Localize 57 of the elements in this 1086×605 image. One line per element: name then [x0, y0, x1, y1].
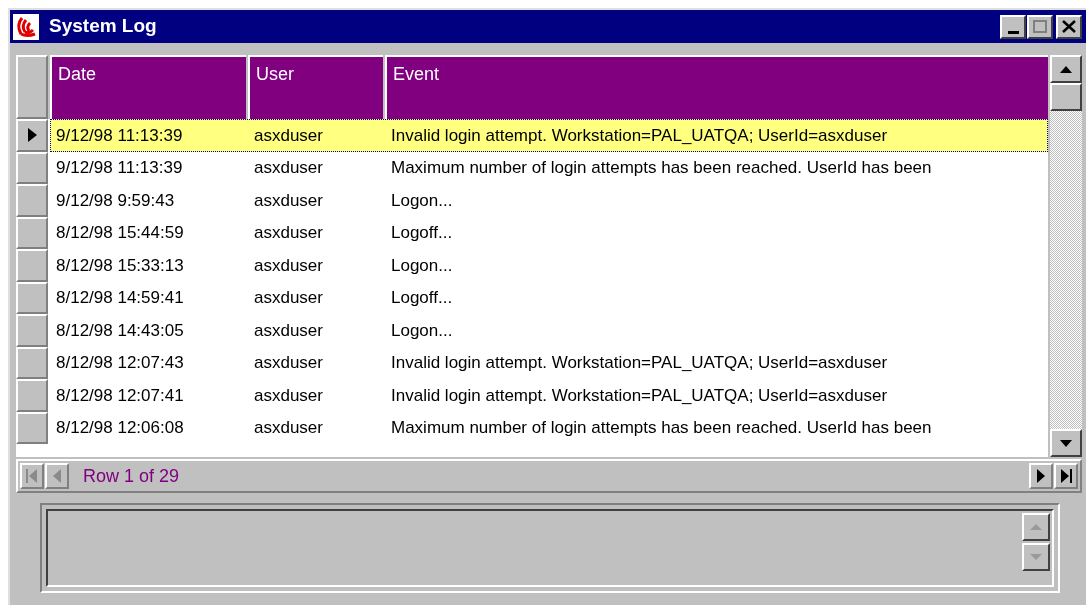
table-cell-text: asxduser: [253, 189, 324, 212]
skip-start-icon: [25, 468, 39, 484]
column-header[interactable]: User: [248, 55, 383, 119]
close-icon: [1062, 20, 1076, 33]
scroll-up-button[interactable]: [1050, 55, 1082, 83]
row-indicator[interactable]: [16, 119, 48, 152]
table-cell-text: 8/12/98 15:33:13: [55, 254, 185, 277]
column-header[interactable]: Event: [385, 55, 1049, 119]
up-arrow-icon: [1030, 524, 1042, 530]
table-cell-text: 8/12/98 12:06:08: [55, 417, 185, 439]
table-cell-text: 8/12/98 14:43:05: [55, 319, 185, 342]
table-cell-text: asxduser: [253, 124, 324, 147]
table-cell-text: Maximum number of login attempts has been reached. UserId has been: [390, 157, 933, 179]
table-cell-text: Logon...: [390, 254, 454, 277]
down-arrow-icon: [1030, 554, 1042, 560]
scroll-thumb[interactable]: [1050, 83, 1082, 111]
table-cell-text: Maximum number of login attempts has been reached. UserId has been: [390, 417, 933, 439]
table-cell-text: Invalid login attempt. Workstation=PAL_UATQA; UserId=asxduser: [390, 384, 889, 407]
up-arrow-icon: [1060, 65, 1073, 73]
skip-end-icon: [1059, 468, 1073, 484]
table-cell-text: Logon...: [390, 189, 454, 212]
table-cell-text: Invalid login attempt. Workstation=PAL_UATQA; UserId=asxduser: [390, 352, 889, 374]
table-cell-text: asxduser: [253, 384, 324, 407]
table-cell-text: asxduser: [253, 417, 324, 439]
table-cell-text: asxduser: [253, 157, 324, 179]
table-cell-text: 9/12/98 11:13:39: [55, 157, 184, 179]
column-header[interactable]: Date: [50, 55, 246, 119]
table-cell-text: asxduser: [253, 287, 324, 309]
vertical-scrollbar[interactable]: [1050, 55, 1082, 457]
selected-row[interactable]: 9/12/98 11:13:39 asxduser Invalid login attempt. Workstation=PAL_UATQA; UserId=asxduser: [50, 119, 1049, 152]
table-cell-text: 9/12/98 9:59:43: [55, 189, 176, 212]
maximize-button[interactable]: [1027, 14, 1053, 39]
row-counter: Row 1 of 29: [83, 464, 181, 488]
down-arrow-icon: [1060, 439, 1073, 447]
table-cell-text: Logon...: [390, 319, 454, 342]
scroll-down-button[interactable]: [1050, 429, 1082, 457]
table-cell-text: Logoff...: [390, 222, 454, 244]
table-cell-text: asxduser: [253, 222, 324, 244]
minimize-icon: [1007, 30, 1019, 34]
app-logo-icon: [13, 13, 39, 40]
minimize-button[interactable]: [1000, 14, 1026, 39]
table-cell-text: 9/12/98 11:13:39: [55, 124, 184, 147]
table-cell-text: Invalid login attempt. Workstation=PAL_UATQA; UserId=asxduser: [390, 124, 889, 147]
window-title: System Log: [49, 14, 158, 39]
last-record-button[interactable]: [1054, 463, 1078, 489]
close-button[interactable]: [1056, 14, 1082, 39]
table-cell-text: asxduser: [253, 254, 324, 277]
table-cell-text: asxduser: [253, 319, 324, 342]
table-cell-text: 8/12/98 12:07:43: [55, 352, 185, 374]
table-cell-text: 8/12/98 14:59:41: [55, 287, 185, 309]
table-cell-text: asxduser: [253, 352, 324, 374]
row-pointer-icon: [27, 128, 37, 143]
table-cell-text: 8/12/98 12:07:41: [55, 384, 185, 407]
next-record-button[interactable]: [1029, 463, 1053, 489]
maximize-icon: [1033, 20, 1047, 33]
table-cell-text: Logoff...: [390, 287, 454, 309]
table-cell-text: 8/12/98 15:44:59: [55, 222, 185, 244]
